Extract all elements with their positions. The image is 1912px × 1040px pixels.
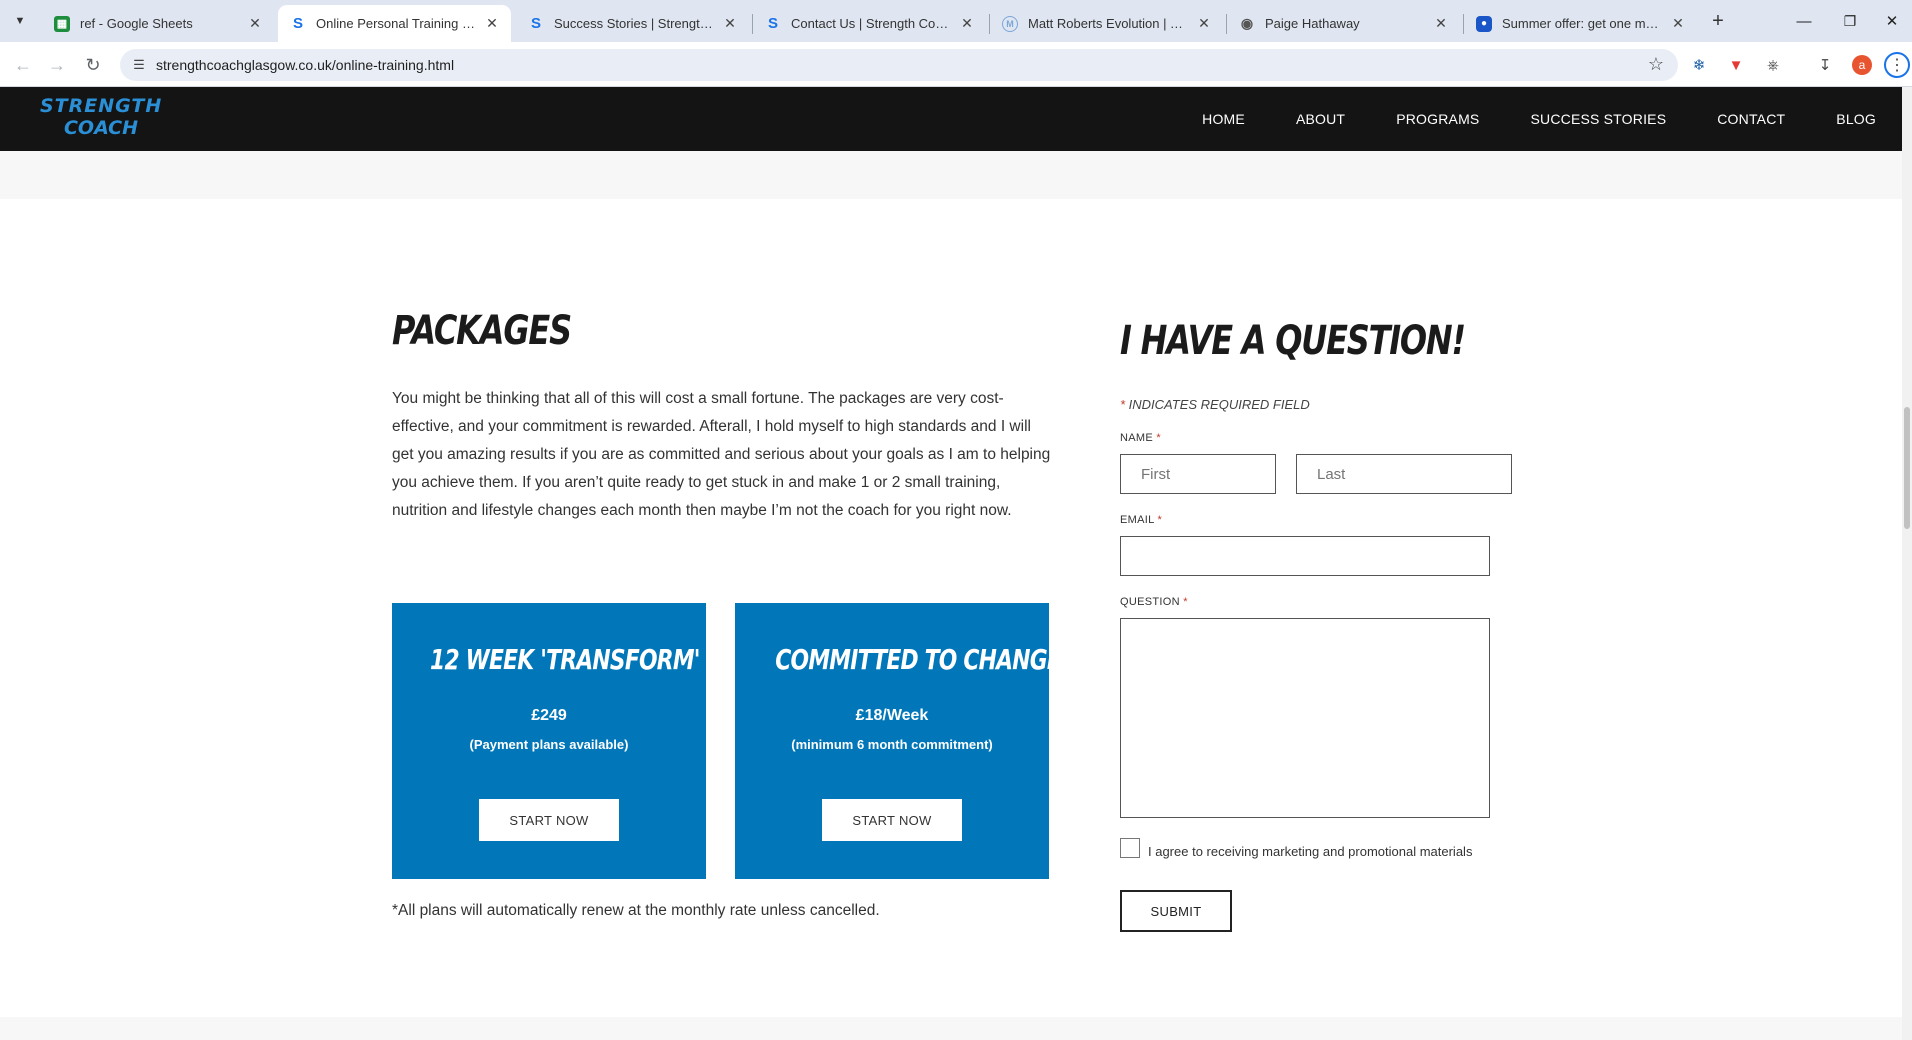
address-bar[interactable]: ☰ strengthcoachglasgow.co.uk/online-trai… xyxy=(120,49,1678,81)
tab-title: Contact Us | Strength Coach Gl xyxy=(791,16,952,31)
close-tab-icon[interactable]: ✕ xyxy=(958,15,976,33)
required-note-text: INDICATES REQUIRED FIELD xyxy=(1128,397,1310,412)
tab-title: Paige Hathaway xyxy=(1265,16,1360,31)
close-tab-icon[interactable]: ✕ xyxy=(483,15,501,33)
scrollbar-thumb[interactable] xyxy=(1904,407,1910,529)
question-label: QUESTION * xyxy=(1120,596,1188,608)
section-divider-band xyxy=(0,1017,1902,1040)
package-title-text: 12 WEEK 'TRANSFORM' xyxy=(430,643,700,676)
forward-button[interactable]: → xyxy=(42,50,72,80)
profile-avatar[interactable]: a xyxy=(1849,52,1875,78)
offer-icon: ● xyxy=(1476,15,1492,32)
tab-summer-offer[interactable]: ● Summer offer: get one month f ✕ xyxy=(1464,5,1697,42)
restore-window-button[interactable]: ❐ xyxy=(1830,6,1870,36)
start-now-button[interactable]: START NOW xyxy=(479,799,619,841)
close-window-button[interactable]: ✕ xyxy=(1872,6,1912,36)
name-label: NAME * xyxy=(1120,432,1161,444)
extensions-puzzle-icon[interactable]: ⎈ xyxy=(1760,52,1786,78)
close-tab-icon[interactable]: ✕ xyxy=(1432,15,1450,33)
strength-coach-icon: S xyxy=(530,15,541,32)
nav-about[interactable]: ABOUT xyxy=(1296,111,1345,127)
renewal-footnote: *All plans will automatically renew at t… xyxy=(392,902,880,919)
email-input[interactable] xyxy=(1120,536,1490,576)
close-tab-icon[interactable]: ✕ xyxy=(246,15,264,33)
nav-contact[interactable]: CONTACT xyxy=(1717,111,1785,127)
nav-home[interactable]: HOME xyxy=(1202,111,1245,127)
matt-roberts-icon: M xyxy=(1002,15,1018,32)
browser-menu-icon[interactable]: ⋮ xyxy=(1884,52,1910,78)
site-header: STRENGTH COACH HOME ABOUT PROGRAMS SUCCE… xyxy=(0,87,1902,151)
globe-icon: ◉ xyxy=(1240,15,1254,31)
package-price: £18/Week xyxy=(855,707,929,724)
start-now-button[interactable]: START NOW xyxy=(822,799,962,841)
email-label: EMAIL * xyxy=(1120,514,1163,526)
back-button[interactable]: ← xyxy=(8,50,38,80)
tab-title: Success Stories | Strength Coac xyxy=(554,16,715,31)
logo-text-top: STRENGTH xyxy=(40,95,163,117)
package-card-committed: COMMITTED TO CHANGE £18/Week (minimum 6 … xyxy=(735,603,1062,879)
name-label-text: NAME xyxy=(1120,432,1153,444)
tab-title: Matt Roberts Evolution | Young xyxy=(1028,16,1189,31)
required-field-note: * INDICATES REQUIRED FIELD xyxy=(1120,397,1310,412)
package-card-12-week: 12 WEEK 'TRANSFORM' £249 (Payment plans … xyxy=(392,603,706,879)
nav-programs[interactable]: PROGRAMS xyxy=(1396,111,1479,127)
browser-tab-bar: ▼ ▦ ref - Google Sheets ✕ S Online Perso… xyxy=(0,0,1912,42)
tab-paige-hathaway[interactable]: ◉ Paige Hathaway ✕ xyxy=(1227,5,1460,42)
close-tab-icon[interactable]: ✕ xyxy=(721,15,739,33)
last-name-input[interactable] xyxy=(1296,454,1512,494)
mouse-cursor-icon xyxy=(239,361,251,377)
packages-intro-text: You might be thinking that all of this w… xyxy=(392,390,1051,519)
downloads-icon[interactable]: ↧ xyxy=(1812,52,1838,78)
site-info-icon[interactable]: ☰ xyxy=(130,56,148,74)
section-divider-band xyxy=(0,151,1902,199)
close-tab-icon[interactable]: ✕ xyxy=(1195,15,1213,33)
tab-success-stories[interactable]: S Success Stories | Strength Coac ✕ xyxy=(516,5,749,42)
tab-title: Online Personal Training | Stren xyxy=(316,16,477,31)
question-label-text: QUESTION xyxy=(1120,596,1180,608)
nav-success-stories[interactable]: SUCCESS STORIES xyxy=(1530,111,1666,127)
submit-button[interactable]: SUBMIT xyxy=(1120,890,1232,932)
package-note: (minimum 6 month commitment) xyxy=(791,737,993,752)
nav-blog[interactable]: BLOG xyxy=(1836,111,1876,127)
package-title: COMMITTED TO CHANGE xyxy=(735,643,1062,676)
url-text: strengthcoachglasgow.co.uk/online-traini… xyxy=(156,57,455,73)
package-price: £249 xyxy=(531,707,567,724)
packages-heading: PACKAGES xyxy=(392,308,572,354)
minimize-window-button[interactable]: — xyxy=(1784,6,1824,36)
new-tab-button[interactable]: + xyxy=(1704,9,1732,33)
browser-toolbar: ← → ↻ ☰ strengthcoachglasgow.co.uk/onlin… xyxy=(0,42,1912,87)
profile-initial: a xyxy=(1852,55,1872,75)
reload-button[interactable]: ↻ xyxy=(78,50,108,80)
strength-coach-icon: S xyxy=(292,15,303,32)
extension-shield-icon[interactable]: ▼ xyxy=(1723,52,1749,78)
strength-coach-icon: S xyxy=(767,15,778,32)
page-scrollbar[interactable] xyxy=(1902,87,1912,1040)
email-label-text: EMAIL xyxy=(1120,514,1155,526)
sheets-icon: ▦ xyxy=(54,15,70,32)
package-note: (Payment plans available) xyxy=(469,737,629,752)
tab-google-sheets[interactable]: ▦ ref - Google Sheets ✕ xyxy=(42,5,274,42)
bookmark-star-icon[interactable]: ☆ xyxy=(1648,54,1664,75)
main-navigation: HOME ABOUT PROGRAMS SUCCESS STORIES CONT… xyxy=(1151,87,1876,151)
close-tab-icon[interactable]: ✕ xyxy=(1669,15,1687,33)
tab-online-personal-training[interactable]: S Online Personal Training | Stren ✕ xyxy=(278,5,511,42)
tab-title: ref - Google Sheets xyxy=(80,16,193,31)
question-textarea[interactable] xyxy=(1120,618,1490,818)
package-title: 12 WEEK 'TRANSFORM' xyxy=(392,643,706,676)
tab-search-chevron-icon[interactable]: ▼ xyxy=(6,9,34,33)
logo-text-bottom: COACH xyxy=(63,117,139,139)
tab-title: Summer offer: get one month f xyxy=(1502,16,1663,31)
tab-contact-us[interactable]: S Contact Us | Strength Coach Gl ✕ xyxy=(753,5,986,42)
tab-matt-roberts[interactable]: M Matt Roberts Evolution | Young ✕ xyxy=(990,5,1223,42)
package-title-text: COMMITTED TO CHANGE xyxy=(775,643,1062,676)
first-name-input[interactable] xyxy=(1120,454,1276,494)
site-logo[interactable]: STRENGTH COACH xyxy=(40,95,162,143)
marketing-consent-label: I agree to receiving marketing and promo… xyxy=(1148,844,1473,859)
extension-globe-icon[interactable]: ❄ xyxy=(1686,52,1712,78)
question-heading: I HAVE A QUESTION! xyxy=(1120,318,1466,364)
